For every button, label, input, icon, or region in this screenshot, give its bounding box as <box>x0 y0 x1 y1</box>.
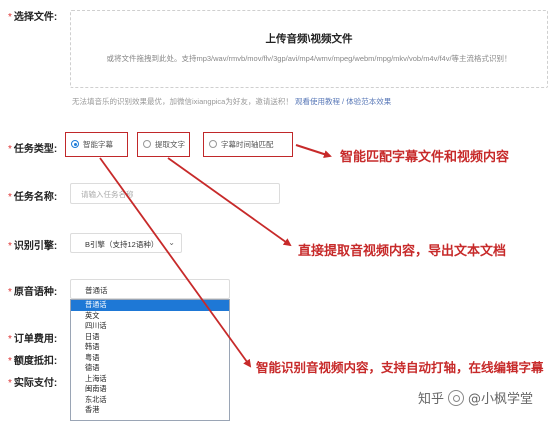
dropdown-option[interactable]: 韩语 <box>71 342 229 353</box>
dropdown-option[interactable]: 粤语 <box>71 353 229 364</box>
language-dropdown[interactable]: 普通话 英文 四川话 日语 韩语 粤语 德语 上海话 闽南语 东北话 香港 <box>70 299 230 421</box>
order-fee-label: * 订单费用: <box>8 334 58 345</box>
upload-hint-text: 无法填音乐的识别效果最优，加微信ixiangpica为好友，邀请送积！ <box>72 97 293 106</box>
engine-label: * 识别引擎: <box>8 241 58 252</box>
watermark-author: @小枫学堂 <box>468 392 534 407</box>
dropdown-option[interactable]: 日语 <box>71 332 229 343</box>
upload-title[interactable]: 上传音频\视频文件 <box>71 31 547 46</box>
dropdown-option[interactable]: 香港 <box>71 405 229 416</box>
dropdown-option[interactable]: 四川话 <box>71 321 229 332</box>
engine-select[interactable]: B引擎（支持12语种） ⌄ <box>70 233 182 253</box>
radio-label: 提取文字 <box>155 140 185 149</box>
task-name-input[interactable]: 请输入任务名称 <box>70 183 280 204</box>
radio-unselected-icon[interactable] <box>143 140 151 148</box>
language-value: 普通话 <box>85 286 108 295</box>
radio-label: 字幕时间轴匹配 <box>221 140 274 149</box>
language-label: * 原音语种: <box>8 287 58 298</box>
dropdown-option[interactable]: 英文 <box>71 311 229 322</box>
quota-label: * 额度抵扣: <box>8 356 58 367</box>
watermark: 知乎 @小枫学堂 <box>418 388 533 407</box>
radio-label: 智能字幕 <box>83 140 113 149</box>
radio-extract-text[interactable]: 提取文字 <box>137 132 190 157</box>
task-type-label: * 任务类型: <box>8 144 58 155</box>
zhihu-user-icon <box>448 390 465 406</box>
radio-smart-subtitle[interactable]: 智能字幕 <box>65 132 128 157</box>
arrow-subtitle-match <box>295 144 332 158</box>
dropdown-option[interactable]: 东北话 <box>71 395 229 406</box>
engine-value: B引擎（支持12语种） <box>85 240 159 249</box>
dropdown-option[interactable]: 上海话 <box>71 374 229 385</box>
radio-subtitle-timeline[interactable]: 字幕时间轴匹配 <box>203 132 293 157</box>
dropdown-option[interactable]: 普通话 <box>71 300 229 311</box>
language-select[interactable]: 普通话 <box>70 279 230 299</box>
callout-subtitle-match: 智能匹配字幕文件和视频内容 <box>340 150 510 165</box>
tutorial-link[interactable]: 观看使用教程 / 体验范本效果 <box>295 97 391 106</box>
upload-dropzone[interactable]: 上传音频\视频文件 或将文件拖拽到此处。支持mp3/wav/rmvb/mov/f… <box>70 10 548 88</box>
task-name-label: * 任务名称: <box>8 192 58 203</box>
actual-pay-label: * 实际支付: <box>8 378 58 389</box>
callout-smart-subtitle: 智能识别音视频内容，支持自动打轴，在线编辑字幕 <box>256 360 544 375</box>
radio-unselected-icon[interactable] <box>209 140 217 148</box>
chevron-down-icon[interactable]: ⌄ <box>168 238 175 247</box>
watermark-site: 知乎 <box>418 392 445 407</box>
task-name-placeholder: 请输入任务名称 <box>81 190 134 199</box>
upload-hint: 无法填音乐的识别效果最优，加微信ixiangpica为好友，邀请送积！ 观看使用… <box>72 96 391 107</box>
dropdown-option[interactable]: 德语 <box>71 363 229 374</box>
upload-description: 或将文件拖拽到此处。支持mp3/wav/rmvb/mov/flv/3gp/avi… <box>106 54 512 63</box>
radio-selected-icon[interactable] <box>71 140 79 148</box>
dropdown-option[interactable]: 闽南语 <box>71 384 229 395</box>
callout-extract-text: 直接提取音视频内容，导出文本文档 <box>298 244 507 259</box>
upload-label: * 选择文件: <box>8 12 58 23</box>
